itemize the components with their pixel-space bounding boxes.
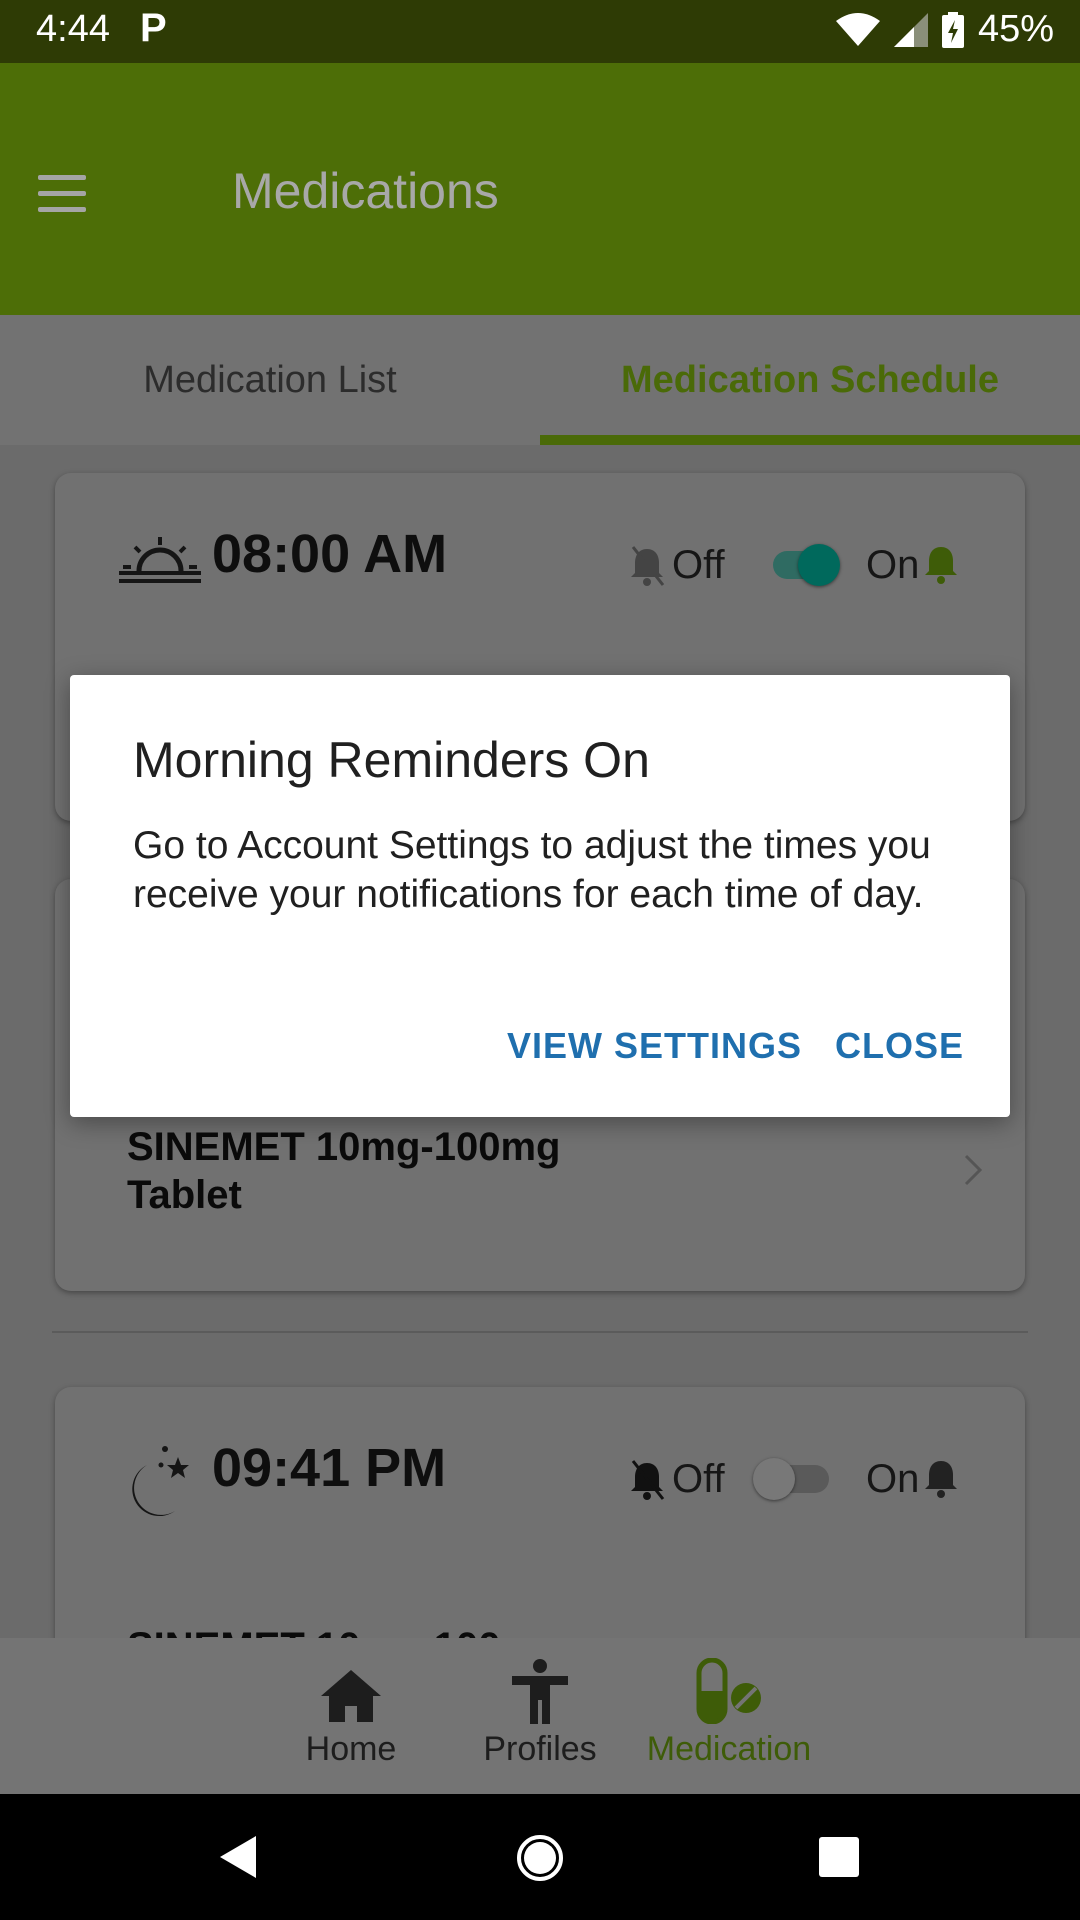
dialog-message: Go to Account Settings to adjust the tim… <box>133 824 931 916</box>
person-icon <box>512 1659 568 1724</box>
back-icon[interactable] <box>218 1834 258 1880</box>
status-icons: 45% <box>835 8 1054 51</box>
nav-medication[interactable]: Medication <box>639 1638 819 1794</box>
page-title: Medications <box>232 163 499 219</box>
reminder-on-label: On <box>866 1457 920 1501</box>
section-divider <box>52 1331 1028 1333</box>
app-bar <box>0 63 1080 315</box>
nav-home[interactable]: Home <box>261 1638 441 1794</box>
home-icon <box>321 1670 381 1722</box>
recents-icon[interactable] <box>818 1836 860 1878</box>
active-tab-indicator <box>540 435 1080 445</box>
bottom-navigation: Home Profiles Medication <box>0 1638 1080 1794</box>
morning-reminder-switch[interactable] <box>798 544 840 586</box>
sunrise-icon <box>119 537 201 583</box>
evening-time: 09:41 PM <box>212 1438 447 1498</box>
hamburger-menu-icon[interactable] <box>38 175 86 212</box>
close-button[interactable]: CLOSE <box>835 1025 964 1067</box>
wifi-icon <box>835 12 880 46</box>
nav-profiles[interactable]: Profiles <box>450 1638 630 1794</box>
bell-on-icon <box>925 547 957 584</box>
moon-stars-icon <box>132 1446 189 1517</box>
bell-off-icon <box>631 546 665 586</box>
reminder-dialog: Morning Reminders On Go to Account Setti… <box>70 675 1010 1117</box>
battery-icon <box>941 11 964 48</box>
parking-app-indicator: P <box>140 6 167 50</box>
status-bar: 4:44 P 45% <box>0 0 1080 63</box>
reminder-off-label: Off <box>672 1457 725 1501</box>
pill-icon <box>696 1658 761 1724</box>
chevron-right-icon[interactable] <box>963 1153 983 1187</box>
nav-profiles-label: Profiles <box>483 1730 597 1768</box>
home-button-icon[interactable] <box>516 1834 564 1882</box>
medication-name: SINEMET 10mg-100mg Tablet <box>127 1125 561 1217</box>
system-nav-bar <box>0 1794 1080 1920</box>
tab-medication-list[interactable]: Medication List <box>0 315 540 445</box>
view-settings-button[interactable]: VIEW SETTINGS <box>507 1025 802 1067</box>
tab-bar: Medication List Medication Schedule <box>0 315 1080 445</box>
medication-name: SINEMET 10mg-100mg <box>127 1623 747 1638</box>
evening-time-card: 09:41 PM Off On SINEMET 10mg-100mg <box>55 1387 1025 1638</box>
nav-home-label: Home <box>305 1730 397 1768</box>
evening-reminder-switch[interactable] <box>753 1458 795 1500</box>
nav-medication-label: Medication <box>646 1730 812 1768</box>
morning-time: 08:00 AM <box>212 524 448 584</box>
reminder-on-label: On <box>866 543 920 587</box>
tab-medication-schedule[interactable]: Medication Schedule <box>540 315 1080 445</box>
bell-on-icon <box>925 1461 957 1498</box>
status-time: 4:44 <box>36 8 110 50</box>
battery-percent: 45% <box>977 8 1054 50</box>
bell-off-icon <box>631 1460 665 1500</box>
cell-signal-icon <box>893 12 928 47</box>
reminder-off-label: Off <box>672 543 725 587</box>
dialog-title: Morning Reminders On <box>133 732 650 788</box>
